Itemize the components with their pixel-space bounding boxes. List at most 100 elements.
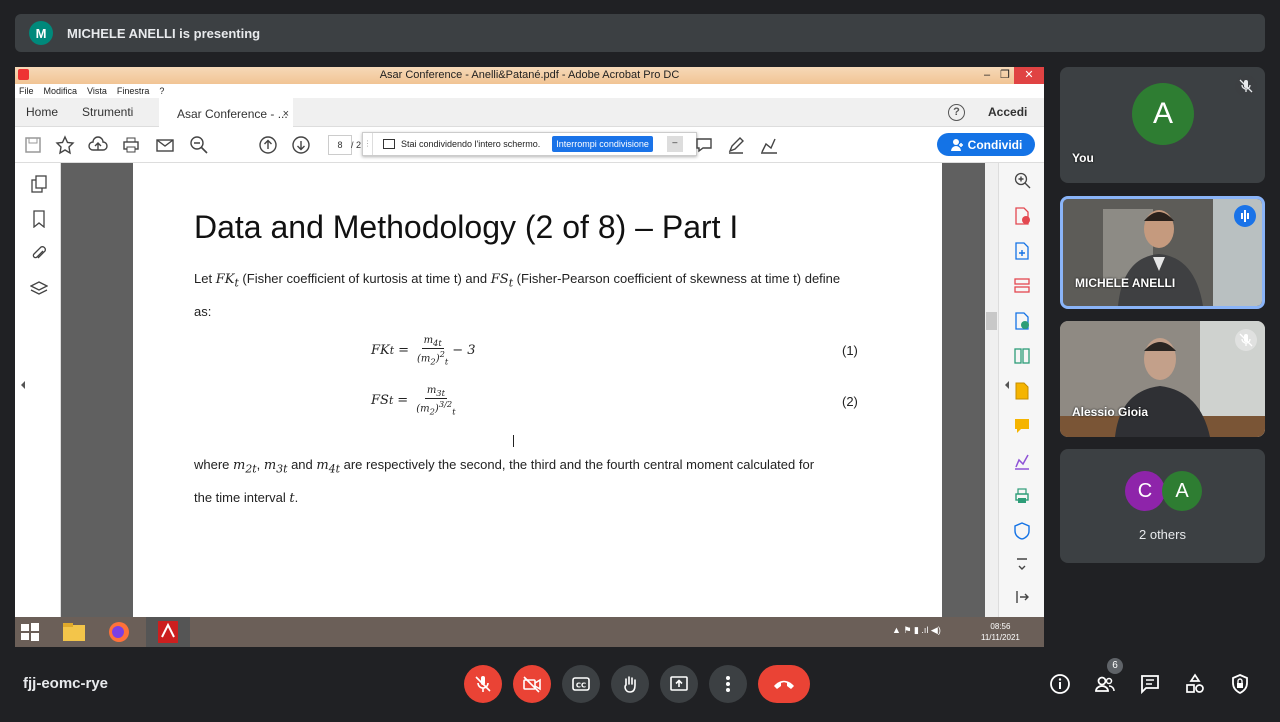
file-explorer-icon[interactable] xyxy=(60,619,88,645)
more-tools-icon[interactable] xyxy=(1013,554,1031,572)
mic-off-icon xyxy=(1235,329,1257,351)
end-call-button[interactable] xyxy=(758,665,810,703)
left-navigation-panel xyxy=(15,163,61,617)
equation-2: FS t = m3t (m2)3/2t xyxy=(371,385,456,417)
menu-file[interactable]: File xyxy=(19,84,34,98)
edit-pdf-icon[interactable] xyxy=(1013,312,1031,330)
pen-icon[interactable] xyxy=(726,135,746,155)
email-icon[interactable] xyxy=(155,135,175,155)
tab-close-icon[interactable]: × xyxy=(283,100,289,129)
comment-tool-icon[interactable] xyxy=(1013,417,1031,435)
firefox-icon[interactable] xyxy=(105,619,133,645)
present-icon xyxy=(670,676,688,691)
page-thumbnails-icon[interactable] xyxy=(30,175,48,193)
compare-icon[interactable] xyxy=(1013,347,1031,365)
outro-paragraph: where m2t, m3t and m4t are respectively … xyxy=(194,457,815,506)
screen-share-bar: ⋮ Stai condividendo l'intero schermo. In… xyxy=(362,132,697,156)
intro-paragraph: Let FKt (Fisher coefficient of kurtosis … xyxy=(194,271,841,319)
tab-tools[interactable]: Strumenti xyxy=(82,98,133,127)
save-icon[interactable] xyxy=(23,135,43,155)
zoom-out-icon[interactable] xyxy=(189,135,209,155)
fill-sign-icon[interactable] xyxy=(1013,382,1031,400)
zoom-in-icon[interactable] xyxy=(1013,171,1031,189)
avatar: A xyxy=(1132,83,1194,145)
chat-icon[interactable] xyxy=(1139,673,1161,695)
meeting-code: fjj-eomc-rye xyxy=(23,675,109,692)
share-document-button[interactable]: Condividi xyxy=(937,133,1035,156)
bookmark-icon[interactable] xyxy=(30,210,48,228)
print-production-icon[interactable] xyxy=(1013,487,1031,505)
stop-sharing-button[interactable]: Interrompi condivisione xyxy=(552,136,653,152)
others-count-label: 2 others xyxy=(1139,527,1186,542)
mic-off-icon xyxy=(1235,75,1257,97)
shared-screen: Asar Conference - Anelli&Patané.pdf - Ad… xyxy=(15,67,1044,647)
signin-link[interactable]: Accedi xyxy=(988,98,1027,127)
presenter-avatar: M xyxy=(29,21,53,45)
equation-1: FK t = m4t (m2)2t − 3 xyxy=(371,335,476,367)
menu-help[interactable]: ? xyxy=(159,84,164,98)
captions-button[interactable]: CC xyxy=(562,665,600,703)
window-maximize-button[interactable]: ❐ xyxy=(996,67,1014,84)
mic-toggle-button[interactable] xyxy=(464,665,502,703)
participant-name: You xyxy=(1072,151,1094,165)
comment-icon[interactable] xyxy=(694,135,714,155)
print-icon[interactable] xyxy=(121,135,141,155)
meeting-details-icon[interactable] xyxy=(1049,673,1071,695)
organize-pages-icon[interactable] xyxy=(1013,277,1031,295)
window-close-button[interactable]: ✕ xyxy=(1014,67,1044,84)
present-screen-button[interactable] xyxy=(660,665,698,703)
people-icon[interactable] xyxy=(1094,673,1116,695)
help-icon[interactable]: ? xyxy=(948,104,965,121)
tab-document[interactable]: Asar Conference - ... × xyxy=(159,98,293,127)
document-viewer: Data and Methodology (2 of 8) – Part I L… xyxy=(61,163,985,617)
acrobat-app-icon xyxy=(18,69,29,80)
more-options-button[interactable] xyxy=(709,665,747,703)
participant-tile-others[interactable]: C A 2 others xyxy=(1060,449,1265,563)
create-pdf-icon[interactable] xyxy=(1013,242,1031,260)
request-signature-icon[interactable] xyxy=(1013,452,1031,470)
tab-home[interactable]: Home xyxy=(26,98,58,127)
sign-icon[interactable] xyxy=(759,135,779,155)
slide-title: Data and Methodology (2 of 8) – Part I xyxy=(194,209,739,245)
participant-tile-you[interactable]: A You xyxy=(1060,67,1265,183)
scrollbar-thumb[interactable] xyxy=(986,312,997,330)
star-icon[interactable] xyxy=(55,135,75,155)
menu-finestra[interactable]: Finestra xyxy=(117,84,150,98)
participant-name: MICHELE ANELLI xyxy=(1075,276,1176,290)
menu-modifica[interactable]: Modifica xyxy=(44,84,78,98)
mic-off-icon xyxy=(475,676,491,692)
attachment-icon[interactable] xyxy=(30,245,48,263)
activities-icon[interactable] xyxy=(1184,673,1206,695)
raise-hand-button[interactable] xyxy=(611,665,649,703)
hand-icon xyxy=(624,676,636,693)
host-controls-icon[interactable] xyxy=(1229,673,1251,695)
participant-tile-michele[interactable]: MICHELE ANELLI xyxy=(1060,196,1265,309)
drag-handle-icon[interactable]: ⋮ xyxy=(363,133,373,155)
collapse-panel-icon[interactable] xyxy=(1013,588,1031,606)
pdf-page: Data and Methodology (2 of 8) – Part I L… xyxy=(133,163,942,617)
screen-share-icon xyxy=(383,139,395,149)
participant-tile-alessio[interactable]: Alessio Gioia xyxy=(1060,321,1265,437)
vertical-scrollbar[interactable] xyxy=(985,163,998,617)
camera-toggle-button[interactable] xyxy=(513,665,551,703)
share-message: Stai condividendo l'intero schermo. xyxy=(401,139,541,149)
layers-icon[interactable] xyxy=(30,280,48,298)
avatar: C xyxy=(1125,471,1165,511)
cloud-upload-icon[interactable] xyxy=(88,135,108,155)
acrobat-taskbar-icon[interactable] xyxy=(146,617,190,647)
export-pdf-icon[interactable] xyxy=(1013,207,1031,225)
windows-start-icon[interactable] xyxy=(20,622,40,642)
taskbar-clock[interactable]: 08:56 11/11/2021 xyxy=(981,621,1020,643)
menu-vista[interactable]: Vista xyxy=(87,84,107,98)
acrobat-toolbar: 8 / 2 ⋮ Stai condividendo l'intero scher… xyxy=(15,127,1044,163)
collapse-left-panel-icon[interactable] xyxy=(19,379,27,397)
page-up-icon[interactable] xyxy=(258,135,278,155)
page-number-input[interactable]: 8 xyxy=(328,135,352,155)
page-down-icon[interactable] xyxy=(291,135,311,155)
protect-icon[interactable] xyxy=(1013,522,1031,540)
system-tray[interactable]: ▲ ⚑ ▮ .ıl ◀) xyxy=(892,625,941,636)
window-minimize-button[interactable]: – xyxy=(978,67,996,84)
equation-1-number: (1) xyxy=(842,343,858,358)
share-bar-minimize-button[interactable]: – xyxy=(666,136,683,152)
expand-right-panel-icon[interactable] xyxy=(1003,379,1011,397)
